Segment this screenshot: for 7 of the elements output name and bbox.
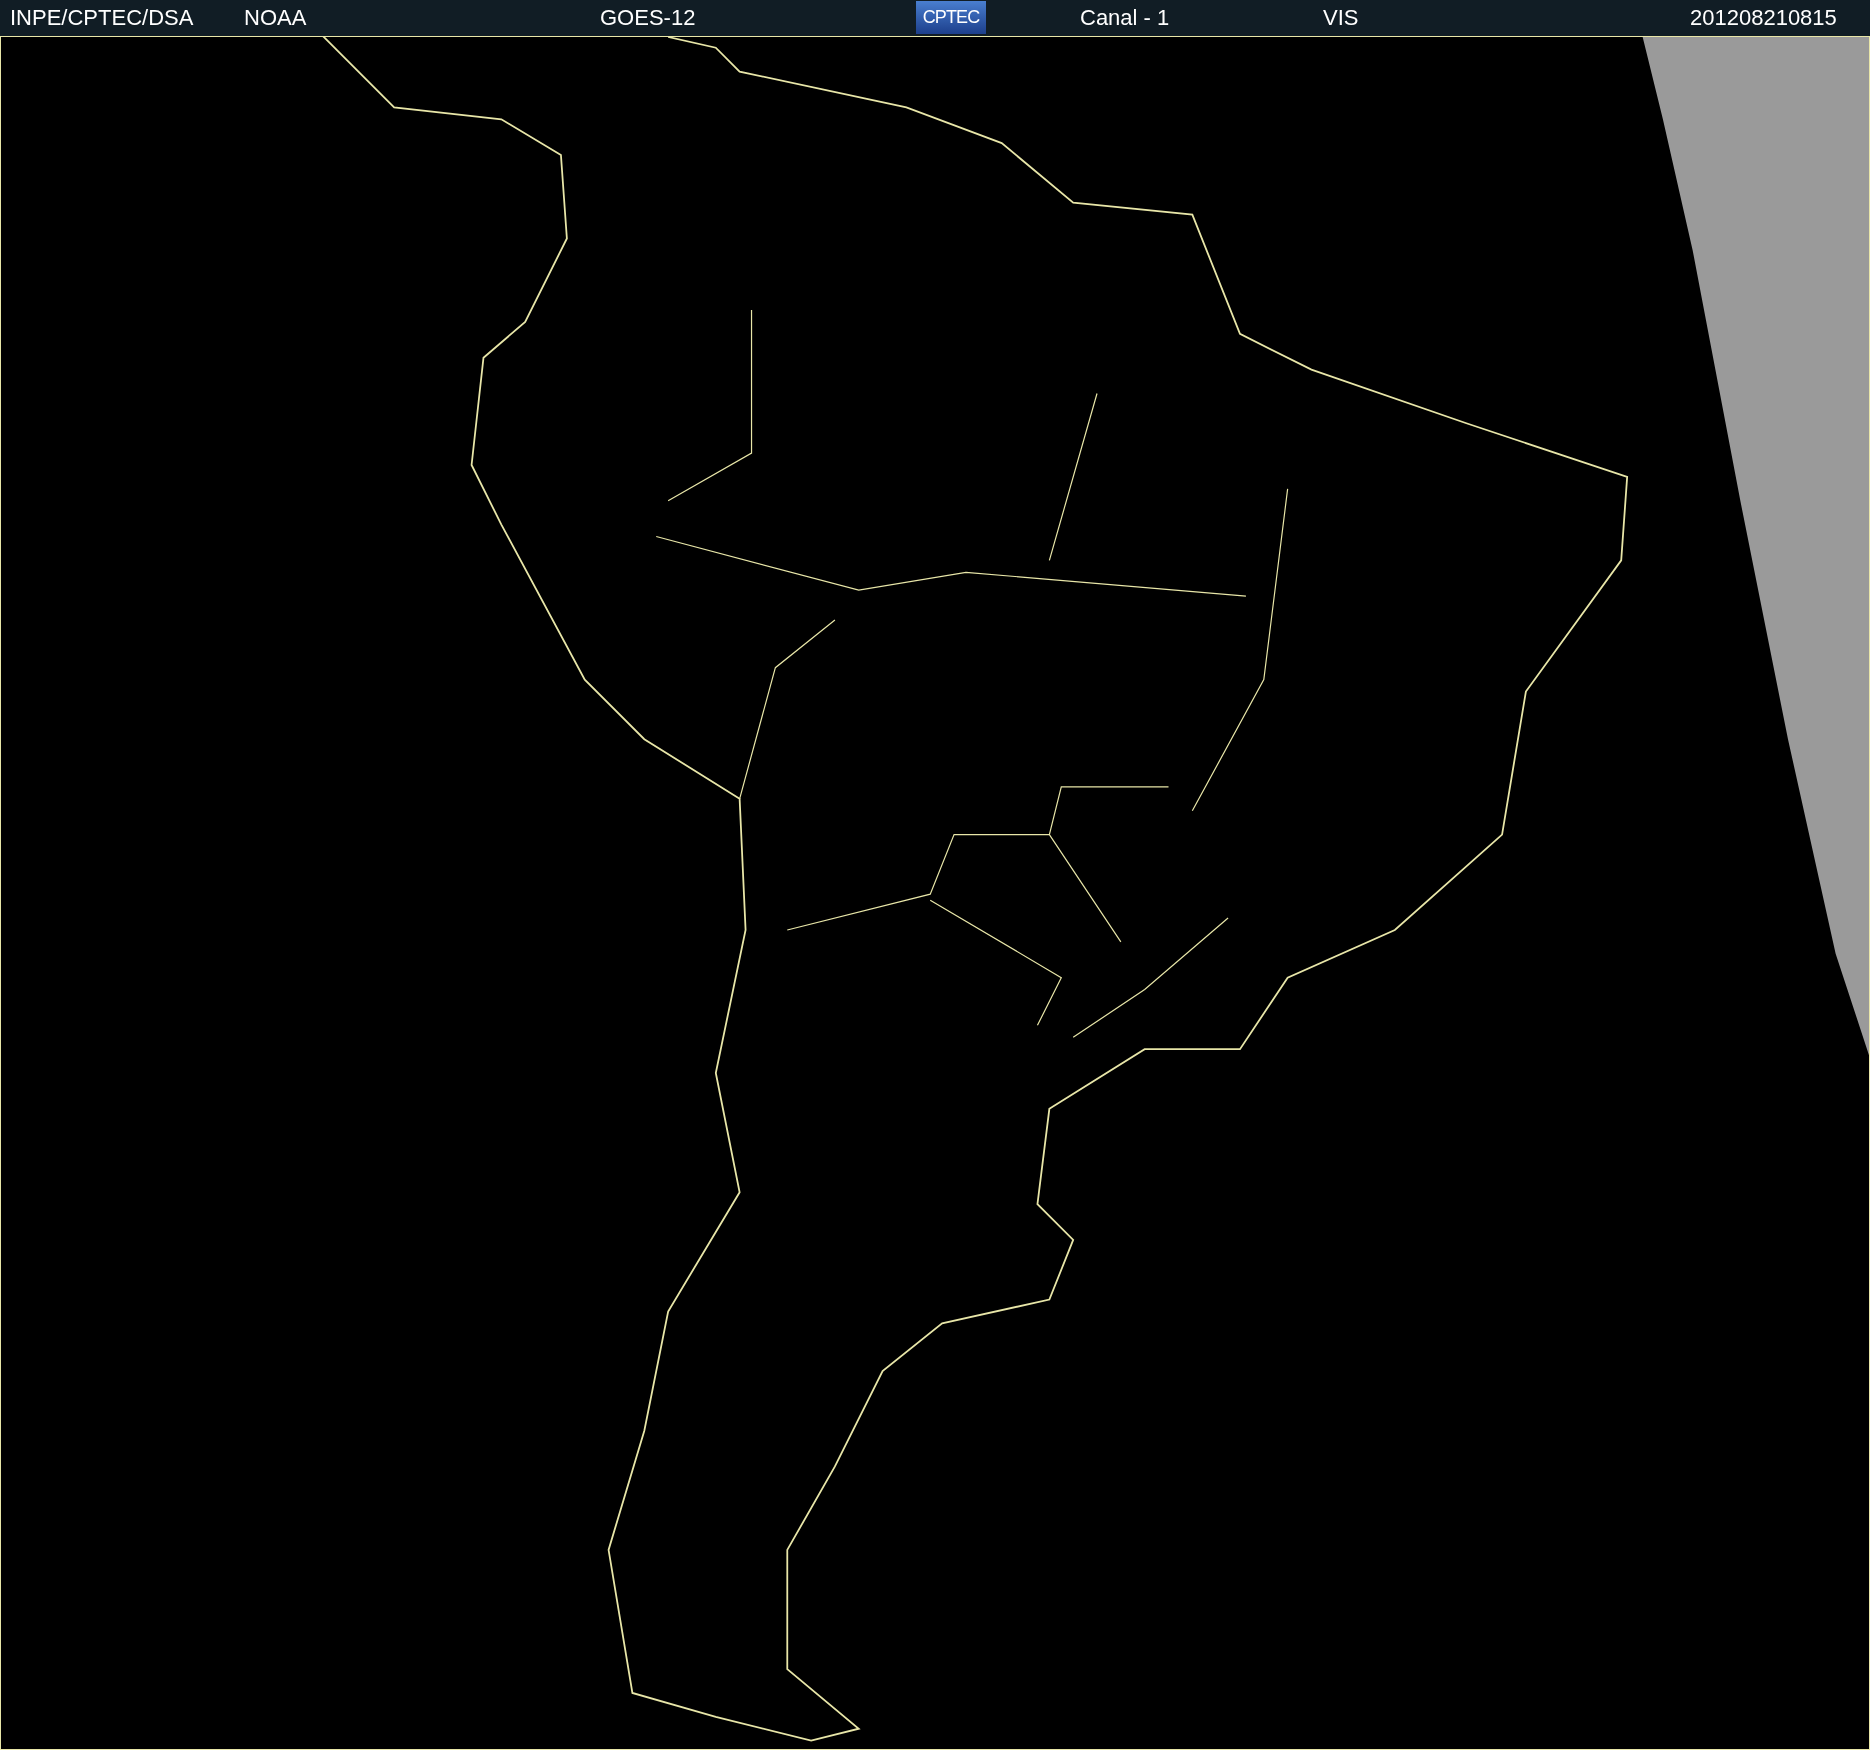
satellite-label: GOES-12 <box>600 4 696 32</box>
band-label: VIS <box>1323 4 1359 32</box>
channel-label: Canal - 1 <box>1080 4 1170 32</box>
logo: CPTEC <box>916 1 986 34</box>
timestamp-label: 201208210815 <box>1690 4 1837 32</box>
source-label: INPE/CPTEC/DSA <box>10 4 194 32</box>
agency-label: NOAA <box>244 4 307 32</box>
